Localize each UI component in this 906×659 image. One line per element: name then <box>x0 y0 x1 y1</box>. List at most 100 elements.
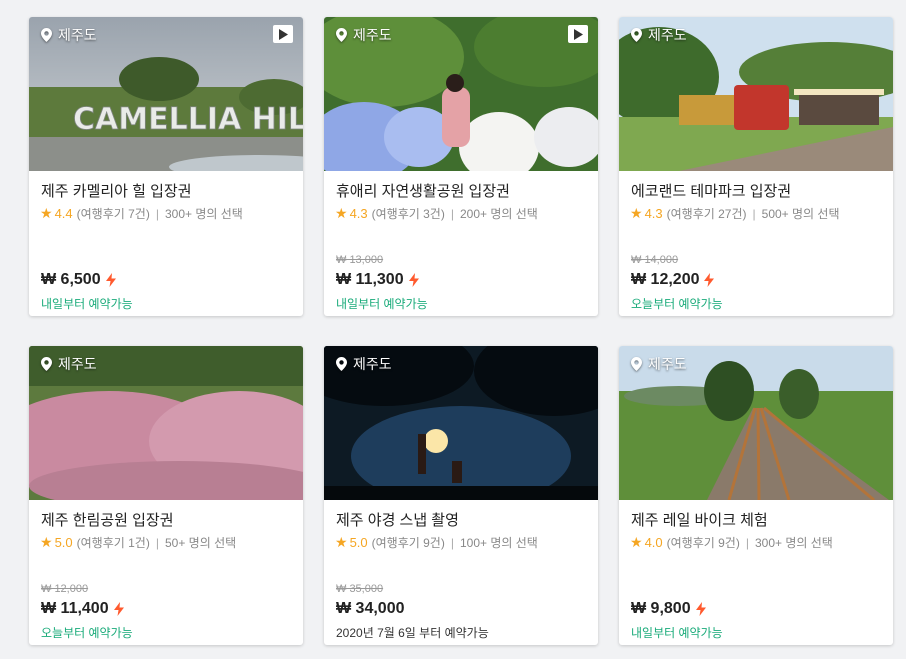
sale-price: ₩ 11,300 <box>336 271 404 288</box>
product-card[interactable]: CAMELLIA HILL 제주도 제주 카멜리아 힐 입장권 ★ 4.4 (여… <box>29 17 303 316</box>
play-video-icon[interactable] <box>273 25 293 43</box>
review-count: (여행후기 1건) <box>76 536 150 550</box>
star-icon: ★ <box>630 534 643 550</box>
rating-row: ★ 4.3 (여행후기 3건) | 200+ 명의 선택 <box>335 205 538 222</box>
availability: 내일부터 예약가능 <box>631 626 723 640</box>
original-price: ₩ 13,000 <box>336 254 384 266</box>
sale-price: ₩ 11,400 <box>41 600 109 617</box>
location-label: 제주도 <box>58 356 97 372</box>
rating-score: 4.3 <box>349 206 368 221</box>
location-tag: 제주도 <box>41 25 97 45</box>
rating-row: ★ 5.0 (여행후기 1건) | 50+ 명의 선택 <box>40 534 236 551</box>
price: ₩ 34,000 <box>336 600 404 618</box>
sale-price: ₩ 12,200 <box>631 271 700 288</box>
rating-score: 4.0 <box>644 535 663 550</box>
divider: | <box>745 535 749 550</box>
map-pin-icon <box>631 357 642 371</box>
product-title[interactable]: 제주 한림공원 입장권 <box>41 509 174 530</box>
review-count: (여행후기 9건) <box>371 536 445 550</box>
location-tag: 제주도 <box>631 25 687 45</box>
price: ₩ 9,800 <box>631 600 706 618</box>
availability: 내일부터 예약가능 <box>41 297 133 311</box>
play-video-icon[interactable] <box>568 25 588 43</box>
availability: 오늘부터 예약가능 <box>631 297 723 311</box>
rating-row: ★ 5.0 (여행후기 9건) | 100+ 명의 선택 <box>335 534 538 551</box>
map-pin-icon <box>41 357 52 371</box>
star-icon: ★ <box>40 534 53 550</box>
divider: | <box>450 206 454 221</box>
product-card[interactable]: 제주도 에코랜드 테마파크 입장권 ★ 4.3 (여행후기 27건) | 500… <box>619 17 893 316</box>
lightning-icon <box>105 273 116 287</box>
product-image[interactable]: 제주도 <box>29 346 303 500</box>
chosen-count: 500+ 명의 선택 <box>761 207 840 221</box>
location-label: 제주도 <box>58 27 97 43</box>
location-tag: 제주도 <box>336 25 392 45</box>
location-tag: 제주도 <box>336 354 392 374</box>
product-image[interactable]: 제주도 <box>324 17 598 171</box>
map-pin-icon <box>336 357 347 371</box>
lightning-icon <box>408 273 419 287</box>
product-title[interactable]: 제주 레일 바이크 체험 <box>631 509 768 530</box>
product-title[interactable]: 휴애리 자연생활공원 입장권 <box>336 180 510 201</box>
availability: 2020년 7월 6일 부터 예약가능 <box>336 626 489 640</box>
location-label: 제주도 <box>353 356 392 372</box>
location-label: 제주도 <box>648 356 687 372</box>
sale-price: ₩ 34,000 <box>336 600 405 617</box>
chosen-count: 300+ 명의 선택 <box>754 536 833 550</box>
rating-row: ★ 4.3 (여행후기 27건) | 500+ 명의 선택 <box>630 205 840 222</box>
rating-score: 4.4 <box>54 206 73 221</box>
star-icon: ★ <box>630 205 643 221</box>
product-image[interactable]: 제주도 <box>619 346 893 500</box>
chosen-count: 300+ 명의 선택 <box>164 207 243 221</box>
rating-score: 4.3 <box>644 206 663 221</box>
chosen-count: 50+ 명의 선택 <box>164 536 237 550</box>
price: ₩ 11,300 <box>336 271 419 289</box>
product-title[interactable]: 제주 카멜리아 힐 입장권 <box>41 180 192 201</box>
map-pin-icon <box>336 28 347 42</box>
location-label: 제주도 <box>648 27 687 43</box>
sale-price: ₩ 9,800 <box>631 600 691 617</box>
star-icon: ★ <box>335 205 348 221</box>
price: ₩ 6,500 <box>41 271 116 289</box>
price: ₩ 11,400 <box>41 600 124 618</box>
availability: 오늘부터 예약가능 <box>41 626 133 640</box>
product-card[interactable]: 제주도 제주 한림공원 입장권 ★ 5.0 (여행후기 1건) | 50+ 명의… <box>29 346 303 645</box>
price: ₩ 12,200 <box>631 271 715 289</box>
original-price: ₩ 14,000 <box>631 254 679 266</box>
original-price: ₩ 35,000 <box>336 583 384 595</box>
rating-score: 5.0 <box>54 535 73 550</box>
divider: | <box>752 206 756 221</box>
map-pin-icon <box>631 28 642 42</box>
original-price: ₩ 12,000 <box>41 583 89 595</box>
product-image[interactable]: CAMELLIA HILL 제주도 <box>29 17 303 171</box>
divider: | <box>155 206 159 221</box>
review-count: (여행후기 7건) <box>76 207 150 221</box>
review-count: (여행후기 3건) <box>371 207 445 221</box>
product-card[interactable]: 제주도 제주 레일 바이크 체험 ★ 4.0 (여행후기 9건) | 300+ … <box>619 346 893 645</box>
star-icon: ★ <box>40 205 53 221</box>
divider: | <box>450 535 454 550</box>
lightning-icon <box>695 602 706 616</box>
rating-row: ★ 4.4 (여행후기 7건) | 300+ 명의 선택 <box>40 205 243 222</box>
divider: | <box>155 535 159 550</box>
rating-score: 5.0 <box>349 535 368 550</box>
svg-text:CAMELLIA HILL: CAMELLIA HILL <box>73 102 303 137</box>
availability: 내일부터 예약가능 <box>336 297 428 311</box>
location-label: 제주도 <box>353 27 392 43</box>
chosen-count: 100+ 명의 선택 <box>459 536 538 550</box>
map-pin-icon <box>41 28 52 42</box>
product-title[interactable]: 에코랜드 테마파크 입장권 <box>631 180 791 201</box>
review-count: (여행후기 27건) <box>666 207 747 221</box>
product-card[interactable]: 제주도 휴애리 자연생활공원 입장권 ★ 4.3 (여행후기 3건) | 200… <box>324 17 598 316</box>
lightning-icon <box>113 602 124 616</box>
product-card[interactable]: 제주도 제주 야경 스냅 촬영 ★ 5.0 (여행후기 9건) | 100+ 명… <box>324 346 598 645</box>
lightning-icon <box>704 273 715 287</box>
chosen-count: 200+ 명의 선택 <box>459 207 538 221</box>
product-image[interactable]: 제주도 <box>324 346 598 500</box>
product-title[interactable]: 제주 야경 스냅 촬영 <box>336 509 459 530</box>
sale-price: ₩ 6,500 <box>41 271 101 288</box>
rating-row: ★ 4.0 (여행후기 9건) | 300+ 명의 선택 <box>630 534 833 551</box>
product-image[interactable]: 제주도 <box>619 17 893 171</box>
location-tag: 제주도 <box>631 354 687 374</box>
star-icon: ★ <box>335 534 348 550</box>
